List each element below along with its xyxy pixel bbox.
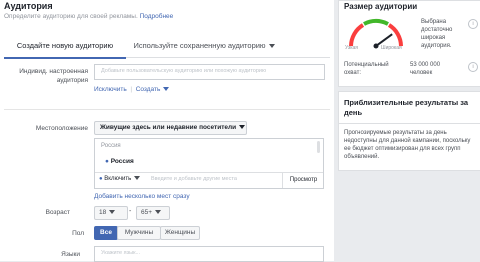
gender-women-button[interactable]: Женщины xyxy=(160,226,200,240)
add-multiple-locations-link[interactable]: Добавить несколько мест сразу xyxy=(94,193,190,200)
custom-audience-placeholder: Добавьте пользовательскую аудиторию или … xyxy=(101,68,267,74)
custom-audience-label: Индивид. настроенная аудитория xyxy=(4,67,88,85)
section-divider xyxy=(4,109,330,110)
reach-label: Потенциальный охват: xyxy=(344,62,389,76)
chevron-down-icon xyxy=(268,44,275,49)
audience-size-card: Размер аудитории Узкая Широкая Выбрана д… xyxy=(338,0,480,87)
gender-men-button[interactable]: Мужчины xyxy=(117,226,161,240)
info-icon[interactable]: i xyxy=(468,19,478,29)
custom-audience-label-line1: Индивид. настроенная xyxy=(19,68,88,75)
gauge-left-label: Узкая xyxy=(345,45,358,51)
chevron-down-icon xyxy=(239,125,246,130)
location-country-header: Россия xyxy=(101,143,121,149)
location-pin-icon: ● xyxy=(105,158,109,165)
location-selected-item: ● Россия xyxy=(105,158,134,165)
age-separator: - xyxy=(129,208,132,215)
include-label: Включить xyxy=(104,176,132,182)
more-link[interactable]: Подробнее xyxy=(140,13,174,20)
languages-placeholder: Укажите язык... xyxy=(101,250,141,256)
chevron-down-icon xyxy=(109,210,116,215)
location-box: Россия ● Россия ● Включить Введите и доб… xyxy=(94,138,324,189)
main-panel: Аудитория Определите аудиторию для своей… xyxy=(0,0,334,262)
custom-audience-input[interactable]: Добавьте пользовательскую аудиторию или … xyxy=(94,64,325,80)
gauge-hub xyxy=(373,43,379,49)
gauge-red-arc xyxy=(349,23,365,47)
estimated-results-card: Приблизительные результаты за день Прогн… xyxy=(338,91,480,171)
age-to-value: 65+ xyxy=(141,209,153,216)
chevron-down-icon xyxy=(134,176,141,181)
include-dropdown[interactable]: ● Включить xyxy=(99,176,141,182)
languages-label: Языки xyxy=(61,251,80,258)
location-search-input[interactable]: Введите и добавьте другие места xyxy=(151,176,237,182)
location-scrollbar[interactable] xyxy=(317,141,320,153)
location-mode-select[interactable]: Живущие здесь или недавние посетители xyxy=(94,121,247,135)
age-to-select[interactable]: 65+ xyxy=(136,206,170,220)
audience-size-title: Размер аудитории xyxy=(344,2,418,11)
estimates-title: Приблизительные результаты за день xyxy=(344,98,469,117)
info-icon[interactable]: i xyxy=(468,62,478,72)
page-title: Аудитория xyxy=(4,1,53,11)
chevron-down-icon xyxy=(163,87,170,92)
languages-input[interactable]: Укажите язык... xyxy=(94,246,324,262)
estimates-divider xyxy=(339,123,480,124)
location-selected-name: Россия xyxy=(110,158,134,165)
custom-audience-label-line2: аудитория xyxy=(56,77,88,84)
custom-audience-actions: Исключить | Создать xyxy=(94,86,170,93)
chevron-down-icon xyxy=(155,210,162,215)
gauge-green-arc xyxy=(363,18,389,26)
exclude-link[interactable]: Исключить xyxy=(94,86,127,93)
age-from-select[interactable]: 18 xyxy=(94,206,128,220)
reach-value: 53 000 000 человек xyxy=(410,62,441,76)
gender-all-button[interactable]: Все xyxy=(94,226,118,240)
gauge-right-label: Широкая xyxy=(381,45,402,51)
age-label: Возраст xyxy=(45,209,70,216)
estimates-text: Прогнозируемые результаты за день недост… xyxy=(344,130,471,160)
tab-new-audience[interactable]: Создайте новую аудиторию xyxy=(4,35,126,59)
age-from-value: 18 xyxy=(99,209,107,216)
audience-tabs: Создайте новую аудиторию Используйте сох… xyxy=(4,31,330,59)
pin-icon: ● xyxy=(99,176,103,182)
tab-saved-label: Используйте сохраненную аудиторию xyxy=(133,41,266,50)
subtitle-text: Определите аудиторию для своей рекламы. xyxy=(4,13,138,20)
create-audience-dropdown[interactable]: Создать xyxy=(136,86,170,93)
create-label: Создать xyxy=(135,86,161,93)
page-subtitle: Определите аудиторию для своей рекламы. … xyxy=(4,13,173,20)
location-mode-value: Живущие здесь или недавние посетители xyxy=(100,124,237,131)
gender-label: Пол xyxy=(72,230,84,237)
location-label: Местоположение xyxy=(35,125,88,132)
tab-saved-audience[interactable]: Используйте сохраненную аудиторию xyxy=(128,35,280,57)
browse-button[interactable]: Просмотр xyxy=(282,172,324,188)
